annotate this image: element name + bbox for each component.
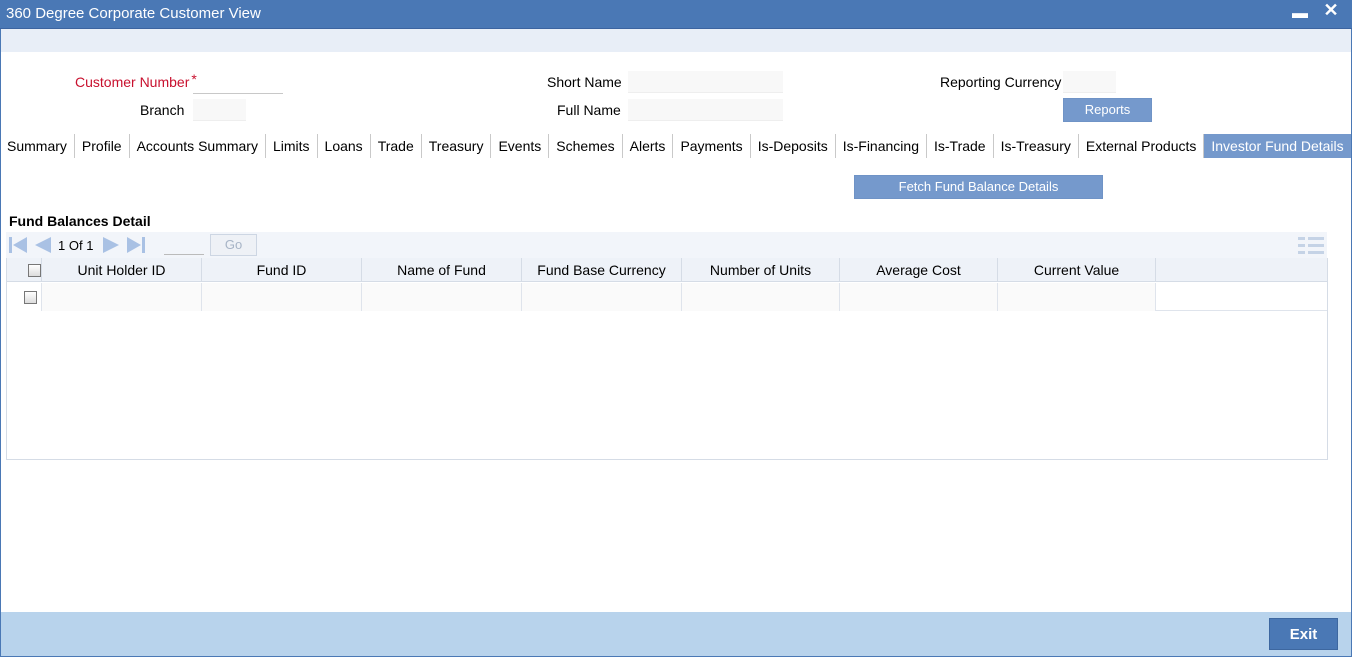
column-header[interactable]: Fund ID xyxy=(202,258,362,282)
tab-events[interactable]: Events xyxy=(491,134,550,158)
current-page: 1 xyxy=(58,238,66,253)
next-page-icon[interactable] xyxy=(102,236,122,254)
tab-alerts[interactable]: Alerts xyxy=(623,134,674,158)
tab-treasury[interactable]: Treasury xyxy=(422,134,492,158)
previous-page-icon[interactable] xyxy=(32,236,52,254)
tab-bar: Summary Profile Accounts Summary Limits Loan… xyxy=(0,134,1351,158)
last-page-icon[interactable] xyxy=(126,236,146,254)
tab-schemes[interactable]: Schemes xyxy=(549,134,623,158)
table-cell[interactable] xyxy=(682,283,840,311)
tab-is-financing[interactable]: Is-Financing xyxy=(836,134,927,158)
page-indicator: 1 Of 1 xyxy=(58,238,93,253)
tab-summary[interactable]: Summary xyxy=(0,134,75,158)
short-name-label: Short Name xyxy=(547,74,622,90)
close-icon[interactable]: ✕ xyxy=(1321,0,1341,22)
grid-header: Unit Holder ID Fund ID Name of Fund Fund… xyxy=(7,258,1327,282)
section-title: Fund Balances Detail xyxy=(9,213,151,229)
tab-accounts-summary[interactable]: Accounts Summary xyxy=(130,134,266,158)
window-title: 360 Degree Corporate Customer View xyxy=(6,5,261,22)
tab-is-deposits[interactable]: Is-Deposits xyxy=(751,134,836,158)
toolbar-strip xyxy=(1,29,1351,52)
row-select-cell xyxy=(7,283,42,311)
customer-number-input[interactable] xyxy=(193,72,283,94)
tab-external-products[interactable]: External Products xyxy=(1079,134,1205,158)
table-cell[interactable] xyxy=(362,283,522,311)
reporting-currency-input[interactable] xyxy=(1063,71,1116,93)
fund-balances-grid: Unit Holder ID Fund ID Name of Fund Fund… xyxy=(6,258,1328,460)
column-header[interactable]: Average Cost xyxy=(840,258,998,282)
tab-profile[interactable]: Profile xyxy=(75,134,130,158)
table-cell[interactable] xyxy=(998,283,1156,311)
column-header[interactable]: Name of Fund xyxy=(362,258,522,282)
tab-is-treasury[interactable]: Is-Treasury xyxy=(994,134,1079,158)
tab-loans[interactable]: Loans xyxy=(318,134,371,158)
total-pages: 1 xyxy=(86,238,94,253)
tab-limits[interactable]: Limits xyxy=(266,134,318,158)
column-header[interactable]: Unit Holder ID xyxy=(42,258,202,282)
column-menu-icon[interactable] xyxy=(1298,235,1324,255)
branch-label: Branch xyxy=(140,102,185,118)
page-of-label: Of xyxy=(68,238,83,253)
minimize-icon[interactable]: ▬ xyxy=(1290,5,1310,27)
tab-investor-fund-details[interactable]: Investor Fund Details xyxy=(1204,134,1351,158)
column-header[interactable]: Current Value xyxy=(998,258,1156,282)
full-name-input[interactable] xyxy=(628,99,783,121)
column-header[interactable]: Fund Base Currency xyxy=(522,258,682,282)
table-row[interactable] xyxy=(7,283,1327,311)
grid-pager: 1 Of 1 Go xyxy=(6,232,1327,258)
go-button[interactable]: Go xyxy=(210,234,257,256)
short-name-input[interactable] xyxy=(628,71,783,93)
tab-payments[interactable]: Payments xyxy=(673,134,751,158)
reporting-currency-label: Reporting Currency xyxy=(940,74,1062,90)
column-header[interactable]: Number of Units xyxy=(682,258,840,282)
exit-button[interactable]: Exit xyxy=(1269,618,1338,650)
footer-bar: Exit xyxy=(1,612,1351,656)
full-name-label: Full Name xyxy=(557,102,621,118)
title-bar: 360 Degree Corporate Customer View ▬ ✕ xyxy=(0,0,1352,29)
tab-is-trade[interactable]: Is-Trade xyxy=(927,134,994,158)
table-cell[interactable] xyxy=(42,283,202,311)
select-all-checkbox[interactable] xyxy=(28,264,41,277)
table-cell[interactable] xyxy=(202,283,362,311)
table-cell[interactable] xyxy=(840,283,998,311)
branch-input[interactable] xyxy=(193,99,246,121)
table-cell[interactable] xyxy=(522,283,682,311)
tab-trade[interactable]: Trade xyxy=(371,134,422,158)
fetch-fund-balance-details-button[interactable]: Fetch Fund Balance Details xyxy=(854,175,1103,199)
first-page-icon[interactable] xyxy=(8,236,28,254)
select-all-cell xyxy=(7,258,42,282)
page-number-input[interactable] xyxy=(164,235,204,255)
reports-button[interactable]: Reports xyxy=(1063,98,1152,122)
row-checkbox[interactable] xyxy=(24,291,37,304)
customer-number-label: Customer Number * xyxy=(75,71,197,90)
